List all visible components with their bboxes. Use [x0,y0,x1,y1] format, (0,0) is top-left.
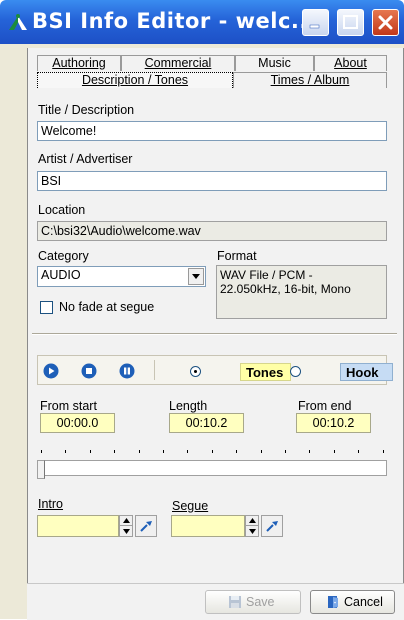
chevron-down-icon[interactable] [188,268,204,285]
tab-label: Commercial [144,56,212,70]
from-end-field: 00:10.2 [296,413,371,433]
intro-label-text: Intro [38,497,64,511]
title-bar[interactable]: BSI Info Editor - welc... [0,0,404,44]
format-line-2: 22.050kHz, 16-bit, Mono [220,282,351,296]
floppy-disk-icon [229,596,241,608]
cancel-label: Cancel [344,595,383,609]
close-icon [378,15,393,30]
slider-tick [236,450,238,453]
from-start-field: 00:00.0 [40,413,115,433]
tab-label: Times / Album [270,73,350,87]
category-label: Category [38,249,89,263]
arrow-down-icon[interactable] [249,529,256,534]
slider-tick [309,450,311,453]
length-label: Length [169,399,208,413]
bsi-app-icon [9,14,27,30]
tab-label: Description / Tones [81,73,189,87]
tones-label[interactable]: Tones [240,363,291,381]
no-fade-checkbox[interactable] [40,301,53,314]
intro-stepper[interactable] [119,515,133,537]
title-input[interactable]: Welcome! [37,121,387,141]
slider-thumb[interactable] [37,460,45,479]
title-label: Title / Description [38,103,135,117]
maximize-button[interactable] [337,9,364,36]
segue-input[interactable] [171,515,245,537]
slider-tick [333,450,335,453]
tab-label: Music [258,56,291,70]
slider-tick [358,450,360,453]
format-label: Format [217,249,257,263]
arrow-down-icon[interactable] [123,529,130,534]
tab-label: About [334,56,367,70]
tab-music[interactable]: Music [235,55,314,71]
tab-label: Authoring [52,56,106,70]
hook-label[interactable]: Hook [340,363,393,381]
category-value: AUDIO [41,268,81,282]
location-label: Location [38,203,86,217]
from-start-label: From start [40,399,97,413]
from-end-label: From end [298,399,352,413]
window-title: BSI Info Editor - welc... [32,9,317,33]
location-field: C:\bsi32\Audio\welcome.wav [37,221,387,241]
eyedropper-icon [266,521,278,532]
slider-tick [114,450,116,453]
stepper-divider [246,525,258,526]
tab-commercial[interactable]: Commercial [121,55,235,71]
stop-icon[interactable] [81,363,97,379]
intro-label: Intro [38,497,63,511]
save-button[interactable]: Save [205,590,301,614]
segue-label-text: Segue [172,499,209,513]
door-exit-icon [328,596,338,608]
slider-tick [138,450,140,453]
intro-input[interactable] [37,515,119,537]
segue-label: Segue [172,499,208,513]
artist-label: Artist / Advertiser [38,152,133,166]
tab-about[interactable]: About [314,55,387,71]
slider-tick [382,450,384,453]
close-button[interactable] [372,9,399,36]
arrow-up-icon[interactable] [249,518,256,523]
position-slider[interactable] [37,460,387,476]
length-field: 00:10.2 [169,413,244,433]
no-fade-label: No fade at segue [59,300,155,314]
slider-tick [65,450,67,453]
transport-divider [154,360,155,380]
transport-bar: Tones Hook [37,355,393,385]
slider-tick [163,450,164,453]
stepper-divider [120,525,132,526]
slider-tick [89,450,91,453]
cancel-button[interactable]: Cancel [310,590,395,614]
format-line-1: WAV File / PCM - [220,268,313,282]
slider-tick [211,450,213,453]
play-icon[interactable] [43,363,59,379]
artist-input[interactable]: BSI [37,171,387,191]
segue-stepper[interactable] [245,515,259,537]
intro-pick-button[interactable] [135,515,157,537]
tab-times-album[interactable]: Times / Album [233,72,387,88]
slider-tick [285,450,286,453]
tab-authoring[interactable]: Authoring [37,55,121,71]
minimize-icon [309,24,320,29]
pause-icon[interactable] [119,363,135,379]
tab-description-tones[interactable]: Description / Tones [37,72,233,88]
eyedropper-icon [140,521,152,532]
arrow-up-icon[interactable] [123,518,130,523]
category-select[interactable]: AUDIO [37,266,206,287]
hook-radio[interactable] [290,366,301,377]
slider-tick [187,450,189,453]
separator [32,333,397,335]
segue-pick-button[interactable] [261,515,283,537]
format-field: WAV File / PCM - 22.050kHz, 16-bit, Mono [216,265,387,319]
save-label: Save [246,595,275,609]
slider-tick [41,450,42,453]
slider-tick [260,450,262,453]
tones-radio[interactable] [190,366,201,377]
maximize-icon [343,15,358,29]
minimize-button[interactable] [302,9,329,36]
